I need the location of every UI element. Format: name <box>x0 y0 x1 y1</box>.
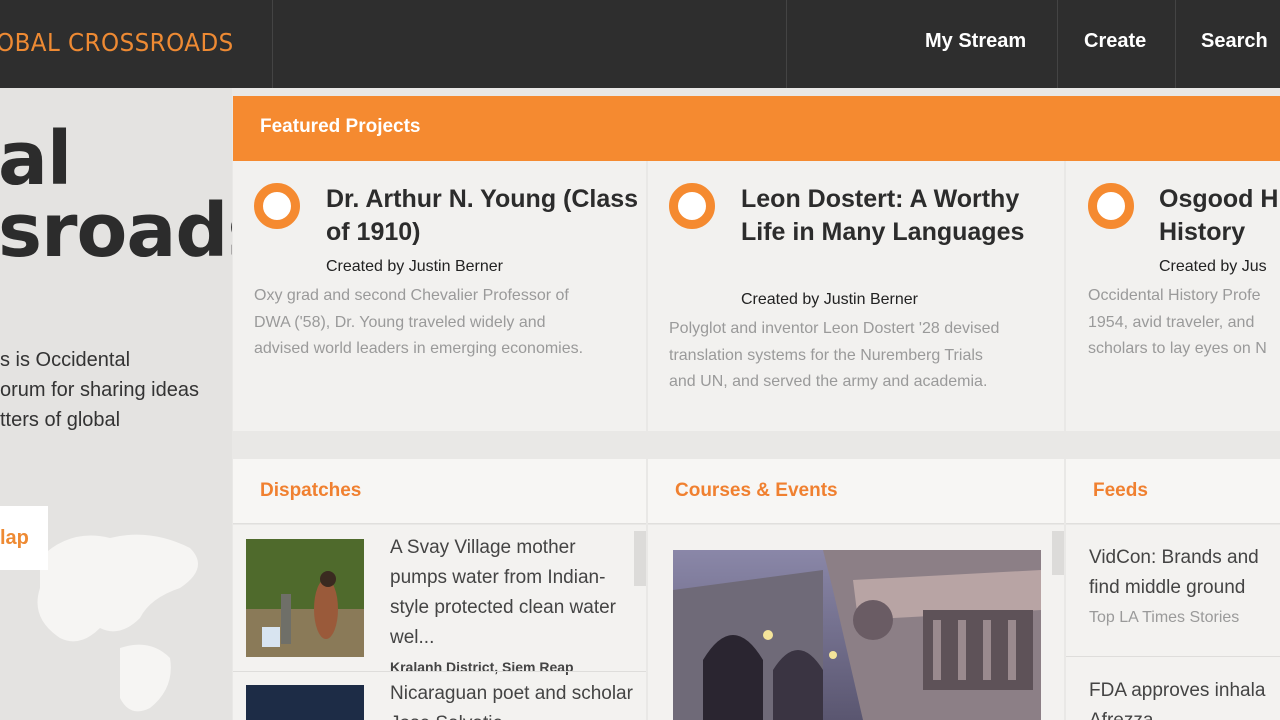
project-creator: Created by Jus <box>1159 258 1267 275</box>
list-divider <box>1066 656 1280 657</box>
dispatch-location: Kralanh District, Siem Reap <box>390 659 574 675</box>
featured-projects-header: Featured Projects <box>233 96 1280 161</box>
hero-panel: al sroads s is Occidental orum for shari… <box>0 88 232 720</box>
nav-divider <box>1057 0 1058 88</box>
dispatch-thumbnail[interactable] <box>246 685 364 720</box>
project-ring-icon <box>254 183 300 229</box>
scrollbar[interactable] <box>1052 531 1064 575</box>
featured-card-young[interactable]: Dr. Arthur N. Young (Class of 1910) Crea… <box>233 161 646 431</box>
project-title[interactable]: Dr. Arthur N. Young (Class of 1910) <box>326 183 646 249</box>
project-creator: Created by Justin Berner <box>326 258 503 275</box>
dispatches-list: A Svay Village mother pumps water from I… <box>233 525 646 720</box>
featured-card-osgood[interactable]: Osgood H History Created by Jus Occident… <box>1066 161 1280 431</box>
feeds-list: VidCon: Brands and find middle ground To… <box>1066 525 1280 720</box>
scrollbar[interactable] <box>634 531 646 586</box>
feed-item-title[interactable]: FDA approves inhala <box>1089 676 1265 706</box>
project-title[interactable]: Leon Dostert: A Worthy Life in Many Lang… <box>741 183 1051 249</box>
hero-title-line-2: sroads <box>0 188 232 274</box>
feeds-title[interactable]: Feeds <box>1093 480 1148 502</box>
dispatches-header: Dispatches <box>233 459 646 524</box>
hero-blurb-line-3: tters of global <box>0 409 121 431</box>
nav-create[interactable]: Create <box>1084 30 1146 53</box>
project-description: Occidental History Profe 1954, avid trav… <box>1088 287 1267 357</box>
map-button[interactable]: lap <box>0 506 48 570</box>
feed-item-title[interactable]: find middle ground <box>1089 573 1245 603</box>
project-description: Oxy grad and second Chevalier Professor … <box>254 287 584 357</box>
list-divider <box>233 671 646 672</box>
feed-item-title[interactable]: VidCon: Brands and <box>1089 543 1259 573</box>
project-description: Polyglot and inventor Leon Dostert '28 d… <box>669 320 1000 390</box>
hero-blurb-line-2: orum for sharing ideas <box>0 379 199 401</box>
courses-events-list <box>648 525 1064 720</box>
event-image[interactable] <box>673 550 1041 720</box>
project-creator: Created by Justin Berner <box>741 291 918 308</box>
nav-divider <box>1175 0 1176 88</box>
featured-card-dostert[interactable]: Leon Dostert: A Worthy Life in Many Lang… <box>648 161 1064 431</box>
dispatch-text[interactable]: Nicaraguan poet and scholar Jose Salvati… <box>390 679 635 720</box>
project-ring-icon <box>1088 183 1134 229</box>
site-logo[interactable]: OBAL CROSSROADS <box>0 28 234 57</box>
dispatches-title[interactable]: Dispatches <box>260 480 361 502</box>
feeds-header: Feeds <box>1066 459 1280 524</box>
feed-item-title[interactable]: Afrezza <box>1089 706 1153 720</box>
dispatch-thumbnail[interactable] <box>246 539 364 657</box>
courses-events-header: Courses & Events <box>648 459 1064 524</box>
featured-projects-title: Featured Projects <box>260 116 421 137</box>
nav-search[interactable]: Search <box>1201 30 1268 53</box>
top-navigation-bar: OBAL CROSSROADS My Stream Create Search <box>0 0 1280 88</box>
courses-events-title[interactable]: Courses & Events <box>675 480 838 502</box>
map-button-label: lap <box>0 527 29 549</box>
project-title[interactable]: Osgood H History <box>1159 183 1280 249</box>
nav-divider <box>786 0 787 88</box>
project-ring-icon <box>669 183 715 229</box>
nav-my-stream[interactable]: My Stream <box>925 30 1026 53</box>
dispatch-text[interactable]: A Svay Village mother pumps water from I… <box>390 533 635 653</box>
hero-blurb-line-1: s is Occidental <box>0 349 131 371</box>
nav-divider <box>272 0 273 88</box>
feed-item-source: Top LA Times Stories <box>1089 609 1240 626</box>
